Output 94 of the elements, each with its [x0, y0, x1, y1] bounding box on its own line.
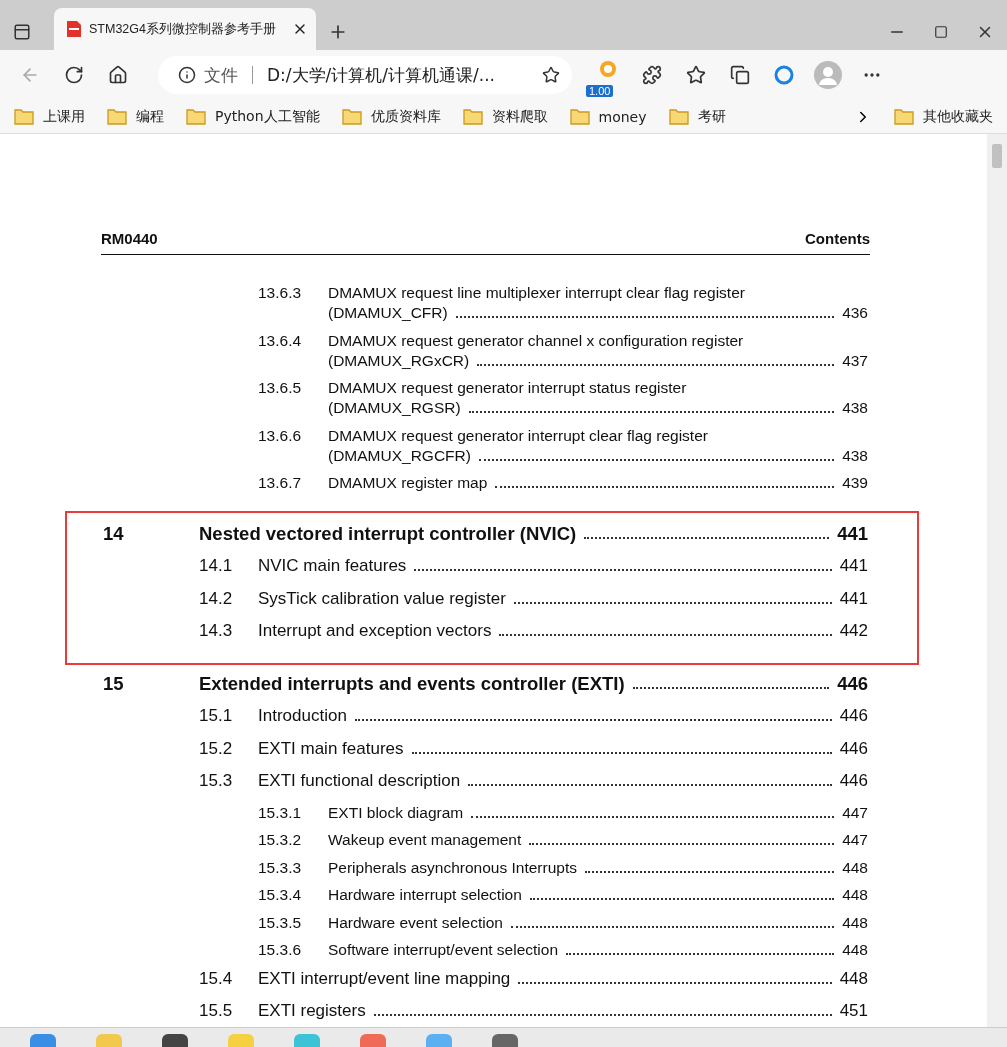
- folder-icon: [569, 108, 590, 125]
- entry-title[interactable]: DMAMUX register map: [328, 473, 488, 493]
- section-number: 15.3.5: [258, 912, 303, 933]
- page-number: 438: [842, 398, 868, 418]
- section-number: 13.6.3: [258, 283, 303, 303]
- bookmark-item[interactable]: 资料爬取: [462, 107, 548, 126]
- folder-icon: [107, 108, 127, 125]
- page-number: 441: [837, 522, 868, 544]
- scrollbar[interactable]: [987, 134, 1007, 1027]
- entry-title[interactable]: Hardware interrupt selection: [328, 885, 522, 905]
- favorite-icon[interactable]: [542, 66, 560, 84]
- section-number: 15: [103, 672, 125, 694]
- bookmark-item[interactable]: money: [569, 108, 647, 125]
- page-number: 446: [837, 672, 868, 694]
- browser-tab[interactable]: STM32G4系列微控制器参考手册: [54, 8, 316, 50]
- entry-title[interactable]: EXTI interrupt/event line mapping: [258, 967, 511, 989]
- section-number: 13.6.5: [258, 378, 303, 398]
- page-number: 447: [842, 802, 868, 823]
- page-number: 448: [842, 912, 868, 933]
- section-number: 15.3: [199, 770, 234, 791]
- bookmark-item[interactable]: 编程: [107, 107, 164, 126]
- entry-title[interactable]: EXTI block diagram: [328, 802, 464, 823]
- entry-title[interactable]: Nested vectored interrupt controller (NVIC): [199, 522, 577, 544]
- bookmark-item[interactable]: 其他收藏夹: [894, 107, 993, 126]
- folder-icon: [668, 108, 689, 125]
- entry-title[interactable]: DMAMUX request line multiplexer interrupt clear flag register: [328, 283, 868, 303]
- section-number: 15.2: [199, 737, 234, 759]
- section-number: 14: [103, 522, 125, 544]
- section-number: 15.3.1: [258, 802, 303, 823]
- page-number: 436: [842, 303, 868, 323]
- folder-icon: [341, 108, 362, 125]
- url-text[interactable]: D:/大学/计算机/计算机通课/...: [267, 63, 534, 87]
- section-heading: Contents: [805, 230, 870, 247]
- entry-title[interactable]: Peripherals asynchronous Interrupts: [328, 857, 577, 878]
- section-number: 15.5: [199, 1000, 234, 1021]
- entry-title[interactable]: Interrupt and exception vectors: [258, 620, 492, 641]
- entry-title[interactable]: DMAMUX request generator interrupt clear flag register: [328, 425, 868, 446]
- entry-title[interactable]: Wakeup event management: [328, 830, 522, 850]
- entry-title[interactable]: Extended interrupts and events controller (EXTI): [199, 672, 625, 694]
- section-number: 15.3.3: [258, 857, 303, 878]
- entry-title[interactable]: DMAMUX request generator interrupt status register: [328, 378, 868, 398]
- page-number: 437: [842, 350, 868, 371]
- entry-title[interactable]: EXTI registers: [258, 1000, 366, 1021]
- folder-icon: [14, 108, 34, 125]
- section-number: 15.3.2: [258, 830, 303, 850]
- page-number: 446: [839, 705, 868, 726]
- scheme-label: 文件: [204, 63, 238, 87]
- entry-title[interactable]: (DMAMUX_RGSR): [328, 398, 461, 418]
- page-number: 448: [842, 940, 868, 960]
- page-number: 448: [839, 967, 868, 989]
- extension-badge: 1.00: [586, 85, 614, 97]
- entry-title[interactable]: EXTI functional description: [258, 770, 461, 791]
- page-number: 447: [842, 830, 868, 850]
- pdf-file-icon: [66, 20, 82, 38]
- entry-title[interactable]: Software interrupt/event selection: [328, 940, 559, 960]
- section-number: 14.2: [199, 587, 234, 609]
- entry-title[interactable]: Introduction: [258, 705, 347, 726]
- section-number: 15.3.6: [258, 940, 303, 960]
- section-number: 13.6.4: [258, 330, 303, 351]
- page-number: 448: [842, 885, 868, 905]
- section-number: 13.6.6: [258, 425, 303, 446]
- entry-title[interactable]: EXTI main features: [258, 737, 404, 759]
- info-icon[interactable]: [178, 66, 196, 84]
- page-number: 438: [842, 445, 868, 466]
- entry-title[interactable]: NVIC main features: [258, 555, 407, 576]
- bookmark-item[interactable]: 优质资料库: [341, 107, 441, 126]
- page-number: 446: [839, 737, 868, 759]
- entry-title[interactable]: DMAMUX request generator channel x configuration register: [328, 330, 868, 351]
- section-number: 15.1: [199, 705, 234, 726]
- entry-title[interactable]: SysTick calibration value register: [258, 587, 506, 609]
- entry-title[interactable]: (DMAMUX_CFR): [328, 303, 448, 323]
- section-number: 15.4: [199, 967, 234, 989]
- page-number: 441: [839, 587, 868, 609]
- section-number: 14.3: [199, 620, 234, 641]
- bookmark-item[interactable]: 上课用: [14, 107, 85, 126]
- entry-title[interactable]: (DMAMUX_RGxCR): [328, 350, 470, 371]
- page-number: 439: [842, 473, 868, 493]
- bookmark-item[interactable]: 考研: [668, 107, 726, 126]
- page-number: 451: [839, 1000, 868, 1021]
- section-number: 15.3.4: [258, 885, 303, 905]
- entry-title[interactable]: (DMAMUX_RGCFR): [328, 445, 471, 466]
- folder-icon: [462, 108, 483, 125]
- folder-icon: [186, 108, 206, 125]
- page-number: 448: [842, 857, 868, 878]
- bookmark-item[interactable]: Python人工智能: [186, 107, 320, 126]
- page-number: 441: [839, 555, 868, 576]
- page-number: 446: [839, 770, 868, 791]
- page-number: 442: [839, 620, 868, 641]
- document-id: RM0440: [101, 230, 158, 247]
- folder-icon: [894, 108, 914, 125]
- address-bar[interactable]: 文件 D:/大学/计算机/计算机通课/...: [158, 56, 572, 94]
- section-number: 13.6.7: [258, 473, 303, 493]
- section-number: 14.1: [199, 555, 234, 576]
- entry-title[interactable]: Hardware event selection: [328, 912, 503, 933]
